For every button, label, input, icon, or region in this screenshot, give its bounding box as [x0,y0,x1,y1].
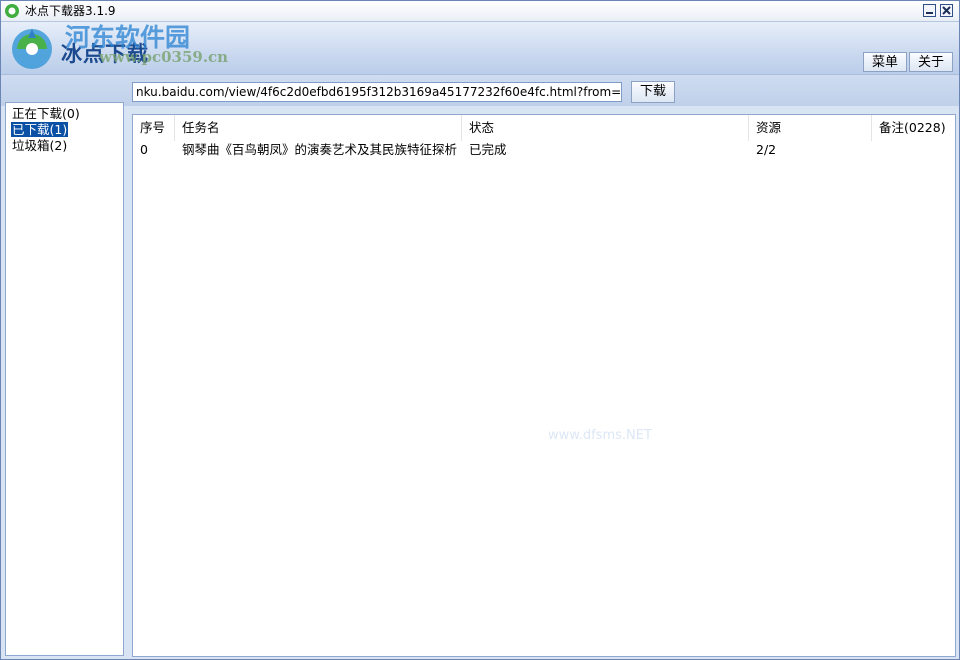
url-toolbar: nku.baidu.com/view/4f6c2d0efbd6195f312b3… [1,74,959,106]
close-icon [942,6,951,15]
cell-index: 0 [140,142,148,157]
url-input[interactable]: nku.baidu.com/view/4f6c2d0efbd6195f312b3… [132,82,622,102]
sidebar-item-label: 垃圾箱(2) [12,138,68,153]
cell-status: 已完成 [469,142,507,157]
column-header-task-name[interactable]: 任务名 [175,115,462,141]
app-window: 冰点下载器3.1.9 冰点下载 河东软件园 www.pc0359.cn 菜单 关… [0,0,960,660]
center-watermark: www.dfsms.NET [548,428,652,443]
close-button[interactable] [940,4,953,17]
minimize-icon [926,12,933,14]
menu-button[interactable]: 菜单 [863,52,907,72]
sidebar-item-downloaded[interactable]: 已下载(1) [11,122,118,138]
table-header: 序号 任务名 状态 资源 备注(0228) [133,115,955,141]
task-list[interactable]: 序号 任务名 状态 资源 备注(0228) 0 钢琴曲《百鸟朝凤》的演奏艺术及其… [132,114,956,657]
column-header-status[interactable]: 状态 [462,115,749,141]
brand-logo-icon [12,29,52,69]
column-header-note[interactable]: 备注(0228) [872,115,955,141]
download-button[interactable]: 下载 [631,81,675,103]
about-button[interactable]: 关于 [909,52,953,72]
sidebar-item-trash[interactable]: 垃圾箱(2) [11,138,118,154]
sidebar-item-label: 正在下载(0) [12,106,80,121]
cell-task-name: 钢琴曲《百鸟朝凤》的演奏艺术及其民族特征探析 [182,142,458,157]
cell-note [872,141,955,159]
window-title: 冰点下载器3.1.9 [25,4,116,18]
minimize-button[interactable] [923,4,936,17]
header-band: 冰点下载 河东软件园 www.pc0359.cn 菜单 关于 [1,22,959,74]
column-header-index[interactable]: 序号 [133,115,175,141]
watermark-url: www.pc0359.cn [99,48,229,66]
sidebar-item-downloading[interactable]: 正在下载(0) [11,106,118,122]
cell-resource: 2/2 [756,142,777,157]
category-sidebar: 正在下载(0) 已下载(1) 垃圾箱(2) [5,102,124,656]
table-row[interactable]: 0 钢琴曲《百鸟朝凤》的演奏艺术及其民族特征探析 已完成 2/2 [133,141,955,159]
sidebar-item-label: 已下载(1) [11,122,69,137]
column-header-resource[interactable]: 资源 [749,115,872,141]
app-logo-icon [5,4,19,18]
